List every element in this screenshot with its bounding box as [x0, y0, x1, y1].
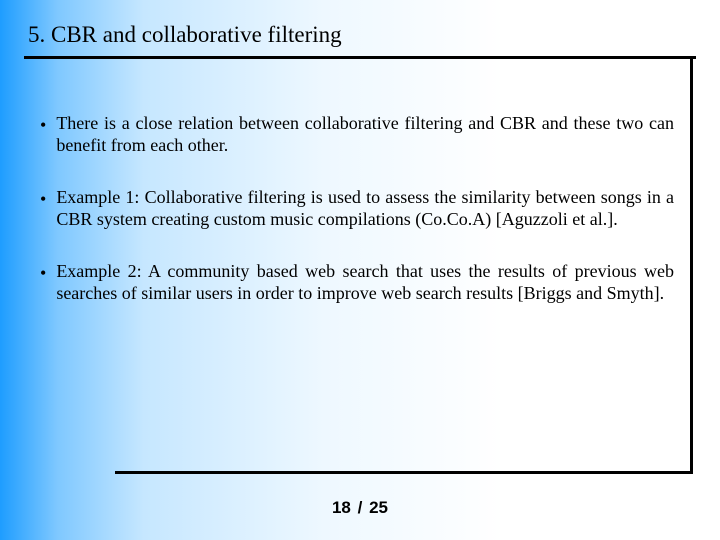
title-underline [24, 56, 696, 59]
bullet-text: There is a close relation between collab… [56, 112, 674, 156]
bullet-dot-icon: • [40, 262, 46, 284]
bullet-dot-icon: • [40, 114, 46, 136]
bullet-text: Example 2: A community based web search … [56, 260, 674, 304]
page-separator: / [356, 498, 365, 517]
bullet-dot-icon: • [40, 188, 46, 210]
bullet-item: • Example 2: A community based web searc… [40, 260, 674, 304]
page-number: 18 / 25 [0, 498, 720, 518]
bullet-item: • There is a close relation between coll… [40, 112, 674, 156]
slide: 5. CBR and collaborative filtering • The… [0, 0, 720, 540]
bullet-item: • Example 1: Collaborative filtering is … [40, 186, 674, 230]
bottom-rule [115, 471, 693, 474]
slide-title: 5. CBR and collaborative filtering [28, 22, 342, 48]
vertical-rule [690, 56, 693, 474]
page-current: 18 [332, 498, 351, 517]
content-area: • There is a close relation between coll… [40, 112, 674, 334]
page-total: 25 [369, 498, 388, 517]
bullet-text: Example 1: Collaborative filtering is us… [56, 186, 674, 230]
